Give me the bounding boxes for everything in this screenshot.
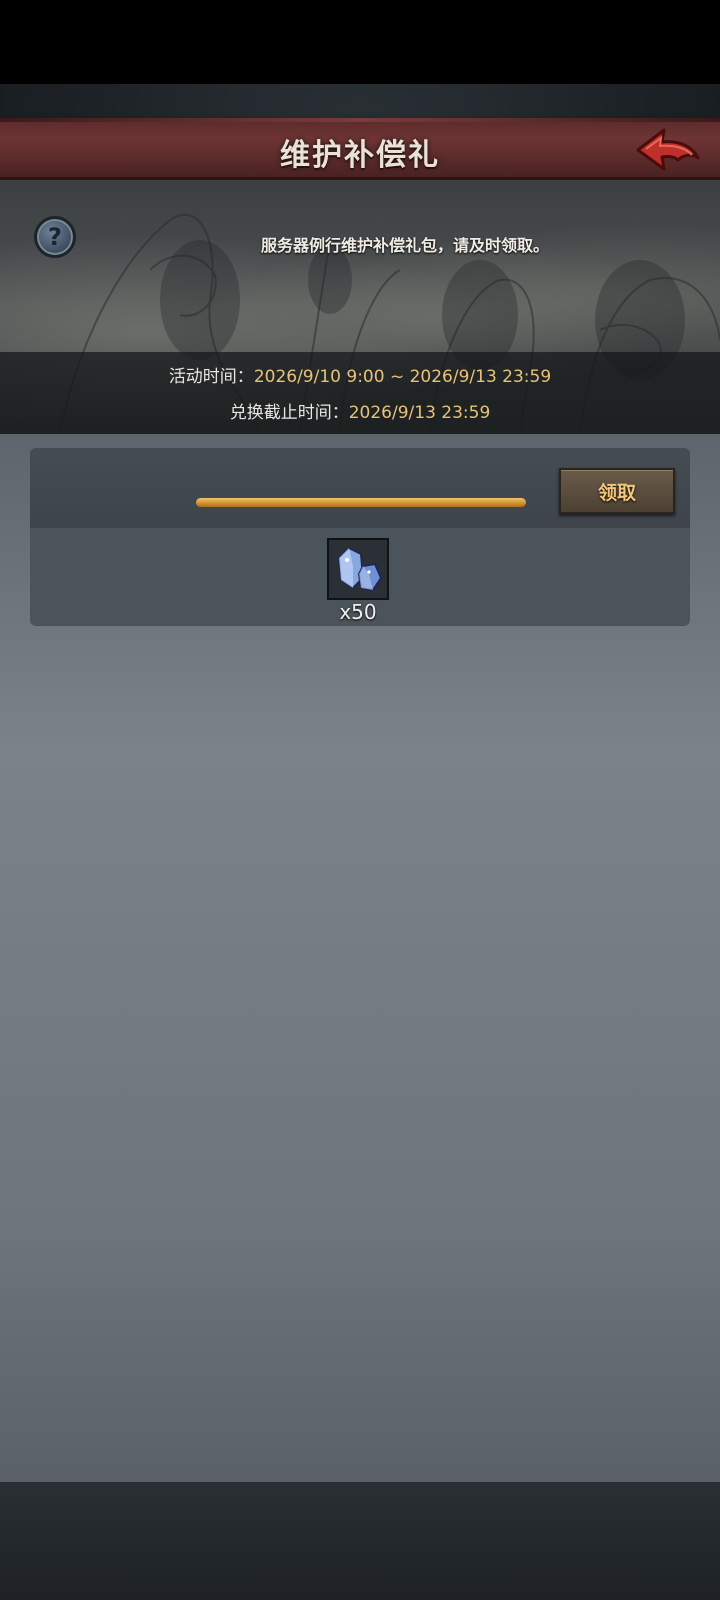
activity-time-row: 活动时间：2026/9/10 9:00 ~ 2026/9/13 23:59	[0, 362, 720, 387]
activity-time-label: 活动时间：	[168, 367, 254, 387]
progress-bar	[196, 498, 526, 507]
title-banner: 维护补偿礼	[0, 118, 720, 180]
redeem-deadline-label: 兑换截止时间：	[229, 403, 349, 423]
back-arrow-icon	[636, 128, 700, 171]
reward-item-count: x50	[339, 600, 377, 624]
reward-card: 领取 x50	[30, 448, 690, 626]
event-description: 服务器例行维护补偿礼包，请及时领取。	[260, 236, 549, 255]
question-mark-icon: ?	[48, 223, 62, 251]
crystal-icon	[329, 540, 387, 598]
activity-time-value: 2026/9/10 9:00 ~ 2026/9/13 23:59	[253, 367, 552, 387]
redeem-deadline-value: 2026/9/13 23:59	[348, 403, 491, 423]
bottom-bar	[0, 1482, 720, 1600]
time-panel: 活动时间：2026/9/10 9:00 ~ 2026/9/13 23:59 兑换…	[0, 352, 720, 434]
status-bar	[0, 0, 720, 84]
reward-item-slot[interactable]	[327, 538, 389, 600]
page-title: 维护补偿礼	[280, 138, 440, 173]
redeem-deadline-row: 兑换截止时间：2026/9/13 23:59	[0, 398, 720, 423]
help-button[interactable]: ?	[34, 216, 76, 258]
back-button[interactable]	[634, 124, 702, 176]
reward-list: 领取 x50	[0, 434, 720, 1482]
progress-fill	[196, 498, 526, 507]
claim-button[interactable]: 领取	[559, 468, 675, 514]
